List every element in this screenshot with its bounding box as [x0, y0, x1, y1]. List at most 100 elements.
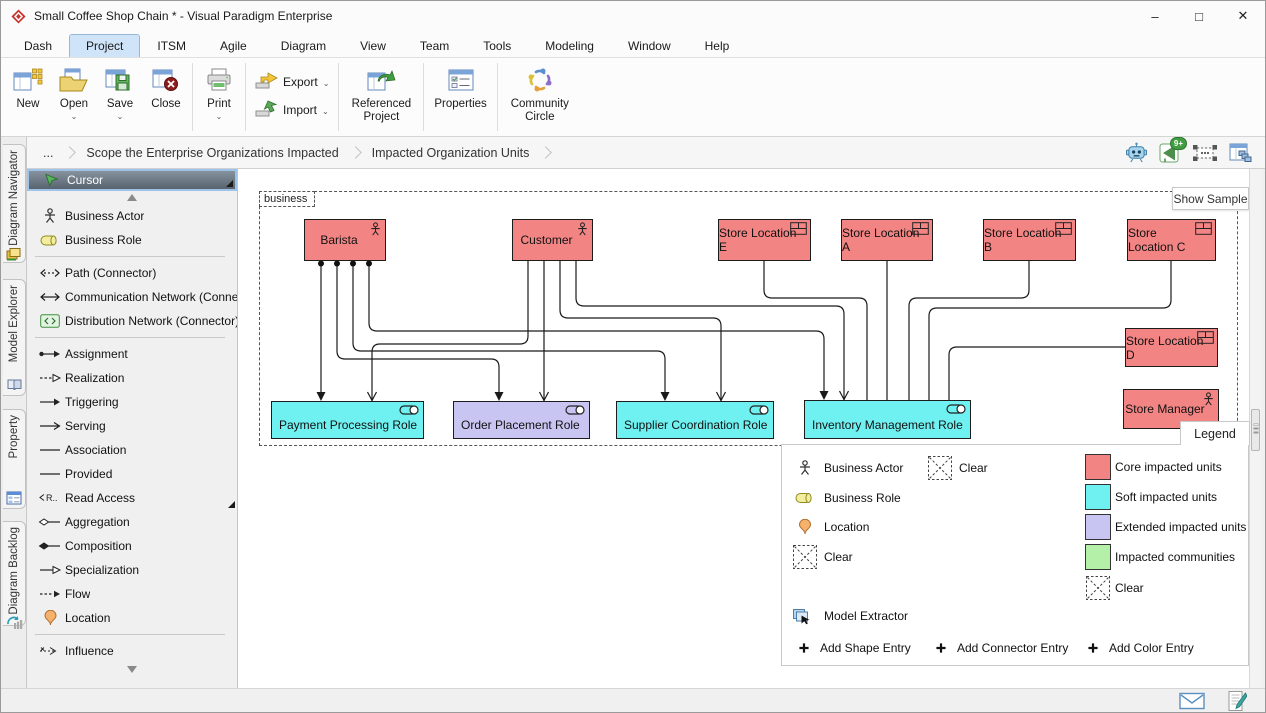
location-icon	[799, 519, 812, 535]
edge-association	[949, 347, 1125, 400]
palette-tool-flow[interactable]: Flow	[27, 582, 237, 606]
minimize-button[interactable]: –	[1133, 1, 1177, 31]
breadcrumb: ... Scope the Enterprise Organizations Im…	[35, 143, 554, 163]
legend-label[interactable]: Add Connector Entry	[957, 641, 1068, 655]
node-store-e[interactable]: Store Location E	[718, 219, 811, 261]
save-button[interactable]: Save⌄	[97, 61, 143, 133]
palette-scroll-down-arrow[interactable]	[27, 663, 237, 676]
node-payment[interactable]: Payment Processing Role	[271, 401, 424, 439]
breadcrumb-item[interactable]: ...	[35, 143, 61, 163]
menu-item-itsm[interactable]: ITSM	[140, 34, 203, 57]
close-icon	[151, 64, 181, 96]
palette-tool-read-access[interactable]: R..Read Access	[27, 486, 237, 510]
chevron-down-icon: ⌄	[323, 80, 330, 88]
plus-icon	[1088, 643, 1099, 654]
palette-tool-triggering[interactable]: Triggering	[27, 390, 237, 414]
business-actor-icon	[35, 208, 65, 224]
megaphone-news-icon[interactable]: 9+	[1159, 142, 1181, 163]
menu-item-help[interactable]: Help	[688, 34, 747, 57]
arrowhead-filled	[820, 391, 829, 400]
palette-tool-specialization[interactable]: Specialization	[27, 558, 237, 582]
palette-tool-cursor[interactable]: Cursor	[27, 169, 237, 191]
crop-frame-icon[interactable]	[1192, 144, 1218, 162]
vertical-scrollbar[interactable]	[1249, 169, 1261, 688]
chevron-down-icon: ⌄	[216, 113, 223, 121]
window-stack-icon[interactable]	[1229, 143, 1253, 163]
tool-palette: Cursor Business ActorBusiness Role Path (C…	[27, 169, 238, 688]
new-button[interactable]: New	[5, 61, 51, 133]
palette-tool-communication-network-connector[interactable]: Communication Network (Connector)	[27, 285, 237, 309]
palette-tool-business-actor[interactable]: Business Actor	[27, 204, 237, 228]
menu-item-window[interactable]: Window	[611, 34, 688, 57]
side-tab-property[interactable]: Property	[3, 409, 26, 509]
maximize-button[interactable]: □	[1177, 1, 1221, 31]
breadcrumb-item[interactable]: Impacted Organization Units	[364, 143, 538, 163]
node-store-c[interactable]: Store Location C	[1127, 219, 1216, 261]
palette-tool-aggregation[interactable]: Aggregation	[27, 510, 237, 534]
side-tab-model-explorer[interactable]: Model Explorer	[3, 279, 26, 396]
palette-tool-association[interactable]: Association	[27, 438, 237, 462]
breadcrumb-item[interactable]: Scope the Enterprise Organizations Impac…	[78, 143, 346, 163]
close-button[interactable]: Close	[143, 61, 189, 133]
node-barista[interactable]: Barista	[304, 219, 386, 261]
diagram-canvas[interactable]: business Show Sample Legend Business Act…	[238, 169, 1261, 688]
note-edit-icon[interactable]	[1227, 690, 1247, 712]
menu-item-agile[interactable]: Agile	[203, 34, 264, 57]
menu-item-dash[interactable]: Dash	[7, 34, 69, 57]
close-button[interactable]: ✕	[1221, 1, 1265, 31]
menu-item-view[interactable]: View	[343, 34, 403, 57]
palette-tool-assignment[interactable]: Assignment	[27, 342, 237, 366]
community-circle-button[interactable]: Community Circle	[501, 61, 579, 133]
assignment-icon	[35, 349, 65, 359]
node-store-b[interactable]: Store Location B	[983, 219, 1076, 261]
legend-label: Clear	[1115, 581, 1144, 595]
show-sample-button[interactable]: Show Sample	[1172, 187, 1249, 210]
legend-label[interactable]: Add Shape Entry	[820, 641, 911, 655]
menu-item-modeling[interactable]: Modeling	[528, 34, 611, 57]
node-store-a[interactable]: Store Location A	[841, 219, 933, 261]
export-button[interactable]: Export⌄	[255, 72, 329, 94]
arrowhead-filled	[495, 392, 504, 401]
palette-tool-provided[interactable]: Provided	[27, 462, 237, 486]
toolbar-separator	[192, 63, 193, 131]
scrollbar-thumb[interactable]	[1251, 409, 1260, 451]
referenced-project-icon	[366, 64, 396, 96]
node-inventory[interactable]: Inventory Management Role	[804, 400, 971, 439]
breadcrumb-chevron-icon	[349, 146, 362, 159]
node-customer[interactable]: Customer	[512, 219, 593, 261]
side-tab-diagram-navigator[interactable]: Diagram Navigator	[3, 144, 26, 263]
palette-tool-realization[interactable]: Realization	[27, 366, 237, 390]
palette-scroll-up-arrow[interactable]	[27, 191, 237, 204]
node-supplier[interactable]: Supplier Coordination Role	[616, 401, 774, 439]
node-store-d[interactable]: Store Location D	[1125, 328, 1218, 367]
palette-tool-distribution-network-connector[interactable]: Distribution Network (Connector)	[27, 309, 237, 333]
cursor-tool-icon	[37, 173, 67, 187]
menu-item-diagram[interactable]: Diagram	[264, 34, 343, 57]
edge-assignment	[369, 261, 824, 393]
palette-tool-composition[interactable]: Composition	[27, 534, 237, 558]
print-button[interactable]: Print⌄	[196, 61, 242, 133]
realization-icon	[35, 373, 65, 383]
palette-tool-influence[interactable]: Influence	[27, 639, 237, 663]
arrowhead-filled	[661, 392, 670, 401]
toolbar-export-import-group: Export⌄ Import⌄	[249, 61, 335, 133]
legend-label[interactable]: Model Extractor	[824, 609, 908, 623]
palette-tool-business-role[interactable]: Business Role	[27, 228, 237, 252]
referenced-project-button[interactable]: Referenced Project	[342, 61, 420, 133]
node-order[interactable]: Order Placement Role	[453, 401, 590, 439]
palette-tool-location[interactable]: Location	[27, 606, 237, 630]
menu-item-tools[interactable]: Tools	[466, 34, 528, 57]
palette-tool-path-connector[interactable]: Path (Connector)	[27, 261, 237, 285]
side-tab-diagram-backlog[interactable]: Diagram Backlog	[3, 521, 26, 626]
legend-label[interactable]: Add Color Entry	[1109, 641, 1194, 655]
legend-label: Clear	[824, 550, 853, 564]
mail-icon[interactable]	[1179, 692, 1205, 710]
palette-tool-serving[interactable]: Serving	[27, 414, 237, 438]
robot-assistant-icon[interactable]	[1125, 142, 1148, 163]
menu-item-team[interactable]: Team	[403, 34, 466, 57]
properties-button[interactable]: Properties	[427, 61, 493, 133]
open-button[interactable]: Open⌄	[51, 61, 97, 133]
chevron-down-icon: ⌄	[322, 108, 329, 116]
menu-item-project[interactable]: Project	[69, 34, 140, 57]
import-button[interactable]: Import⌄	[255, 100, 329, 122]
